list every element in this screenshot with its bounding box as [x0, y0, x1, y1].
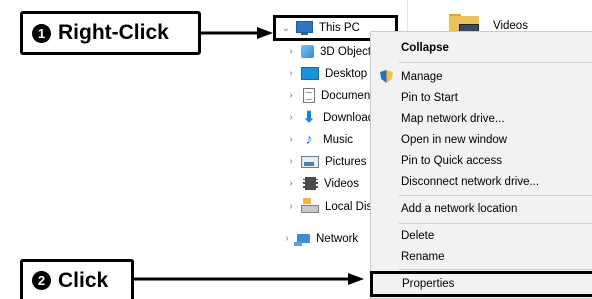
nav-label-network: Network — [316, 232, 359, 245]
menu-label: Map network drive... — [401, 112, 505, 125]
nav-item-downloads[interactable]: › ⬇ Downloads — [275, 107, 371, 128]
menu-item-manage[interactable]: Manage — [371, 66, 592, 87]
menu-item-properties[interactable]: Properties — [370, 271, 592, 297]
desktop-icon — [301, 67, 319, 80]
menu-label: Pin to Start — [401, 91, 458, 104]
nav-label: Music — [323, 133, 354, 146]
nav-item-documents[interactable]: › Documents — [275, 85, 371, 106]
nav-item-music[interactable]: › ♪ Music — [275, 129, 371, 150]
nav-item-network[interactable]: › Network — [271, 228, 367, 249]
documents-icon — [303, 88, 315, 103]
nav-label-this-pc: This PC — [319, 22, 360, 34]
chevron-right-icon[interactable]: › — [285, 201, 297, 212]
menu-separator — [399, 223, 592, 224]
menu-item-map-network-drive[interactable]: Map network drive... — [371, 108, 592, 129]
menu-label: Delete — [401, 229, 435, 242]
local-disk-icon — [301, 198, 319, 213]
menu-item-open-new-window[interactable]: Open in new window — [371, 129, 592, 150]
videos-icon — [303, 177, 318, 190]
context-menu: Collapse Manage Pin to Start Map network… — [370, 31, 592, 299]
chevron-right-icon[interactable]: › — [285, 90, 297, 101]
chevron-down-icon[interactable]: ⌄ — [280, 23, 292, 34]
downloads-icon: ⬇ — [302, 108, 316, 126]
menu-label: Add a network location — [401, 202, 518, 215]
menu-item-add-network-location[interactable]: Add a network location — [371, 198, 592, 219]
menu-label: Disconnect network drive... — [401, 175, 540, 188]
chevron-right-icon[interactable]: › — [285, 68, 297, 79]
menu-item-rename[interactable]: Rename — [371, 246, 592, 267]
nav-item-local-disk[interactable]: › Local Disk — [275, 196, 371, 217]
3d-objects-icon — [301, 45, 314, 58]
chevron-right-icon[interactable]: › — [285, 134, 297, 145]
menu-separator — [399, 269, 592, 270]
menu-item-pin-quick-access[interactable]: Pin to Quick access — [371, 150, 592, 171]
click-label: Click — [58, 268, 109, 292]
menu-item-collapse[interactable]: Collapse — [371, 37, 592, 58]
nav-label: Desktop — [325, 67, 368, 80]
nav-item-desktop[interactable]: › Desktop — [275, 63, 371, 84]
menu-label: Open in new window — [401, 133, 508, 146]
menu-label: Pin to Quick access — [401, 154, 502, 167]
music-icon: ♪ — [305, 130, 313, 148]
nav-label: Downloads — [323, 111, 371, 124]
nav-item-3d-objects[interactable]: › 3D Objects — [275, 41, 371, 62]
network-icon — [294, 234, 310, 246]
nav-label: Local Disk — [325, 200, 371, 213]
arrow-to-this-pc — [201, 27, 273, 39]
chevron-right-icon[interactable]: › — [281, 233, 293, 244]
chevron-right-icon[interactable]: › — [285, 46, 297, 57]
right-click-callout: 1 Right-Click — [20, 11, 201, 55]
menu-item-pin-to-start[interactable]: Pin to Start — [371, 87, 592, 108]
menu-label: Properties — [402, 278, 455, 290]
click-callout: 2 Click — [20, 259, 134, 299]
nav-label: Videos — [324, 177, 359, 190]
menu-label: Collapse — [401, 41, 449, 54]
menu-item-disconnect-network-drive[interactable]: Disconnect network drive... — [371, 171, 592, 192]
step-2-number: 2 — [32, 271, 51, 290]
right-click-label: Right-Click — [58, 21, 169, 44]
step-1-number: 1 — [32, 23, 51, 43]
nav-item-videos[interactable]: › Videos — [275, 173, 371, 194]
chevron-right-icon[interactable]: › — [285, 156, 297, 167]
nav-item-pictures[interactable]: › Pictures — [275, 151, 371, 172]
computer-icon — [296, 21, 313, 35]
menu-separator — [399, 195, 592, 196]
navigation-pane: ⌄ This PC › 3D Objects › Desktop › Docum… — [273, 10, 398, 299]
pictures-icon — [301, 155, 319, 168]
menu-label: Rename — [401, 250, 445, 263]
uac-shield-icon — [380, 70, 393, 83]
nav-label: Pictures — [325, 155, 367, 168]
nav-label: Documents — [321, 89, 371, 102]
menu-label: Manage — [401, 70, 443, 83]
menu-item-delete[interactable]: Delete — [371, 225, 592, 246]
chevron-right-icon[interactable]: › — [285, 178, 297, 189]
nav-label: 3D Objects — [320, 45, 371, 58]
chevron-right-icon[interactable]: › — [285, 112, 297, 123]
menu-separator — [399, 62, 592, 63]
